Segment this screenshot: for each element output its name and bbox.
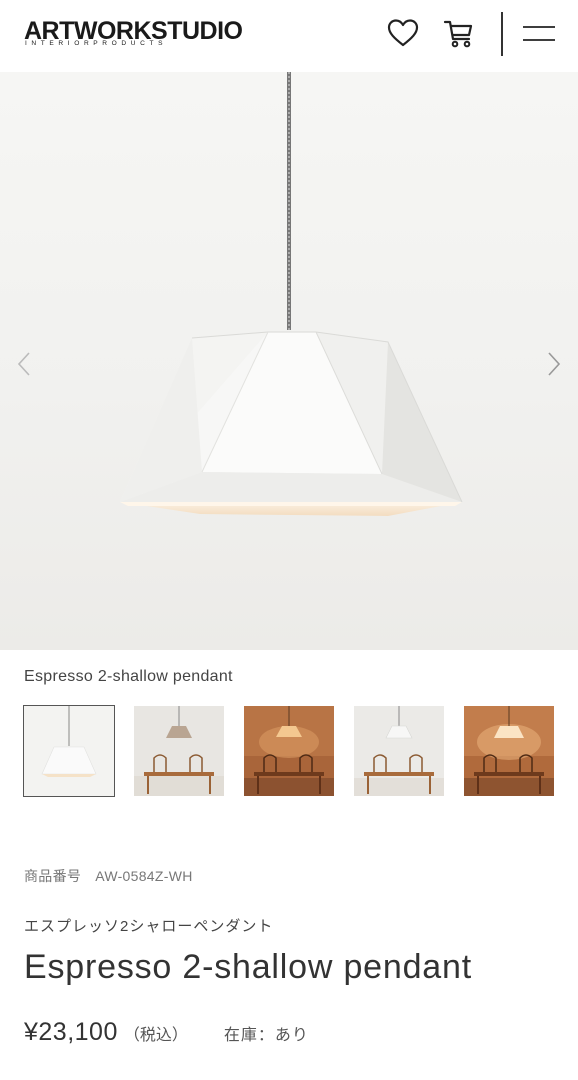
logo-subtext: INTERIORPRODUCTS [25,40,168,47]
thumbnail-1[interactable] [23,705,115,797]
site-header: ARTWORKSTUDIO INTERIORPRODUCTS [0,0,578,72]
prev-image-button[interactable] [10,350,38,378]
cart-button[interactable] [442,16,476,50]
thumbnail-strip [23,705,563,798]
tax-note: （税込） [123,1027,188,1044]
price-row: ¥23,100 （税込） 在庫：あり [24,1018,309,1052]
heart-icon [387,19,419,47]
sku-value: AW-0584Z-WH [95,868,193,884]
product-sku: 商品番号 AW-0584Z-WH [24,866,193,886]
product-main-image[interactable] [0,72,578,650]
chevron-left-icon [17,352,30,376]
product-title: Espresso 2-shallow pendant [24,948,472,986]
sku-label: 商品番号 [24,868,82,884]
brand-logo[interactable]: ARTWORKSTUDIO INTERIORPRODUCTS [24,16,294,50]
thumbnail-2[interactable] [134,706,224,796]
stock-status: 在庫：あり [223,1027,309,1044]
menu-button[interactable] [522,16,556,50]
cart-icon [443,20,473,48]
favorite-button[interactable] [386,16,420,50]
thumbnail-4[interactable] [354,706,444,796]
thumbnail-3[interactable] [244,706,334,796]
next-image-button[interactable] [540,350,568,378]
pendant-lamp-image [120,72,463,516]
image-caption: Espresso 2-shallow pendant [24,668,233,685]
menu-icon [523,26,555,41]
product-name-kana: エスプレッソ2シャローペンダント [24,918,274,935]
product-price: ¥23,100 [24,1018,118,1046]
thumbnail-5[interactable] [464,706,554,796]
chevron-right-icon [548,352,561,376]
header-divider [501,12,503,56]
